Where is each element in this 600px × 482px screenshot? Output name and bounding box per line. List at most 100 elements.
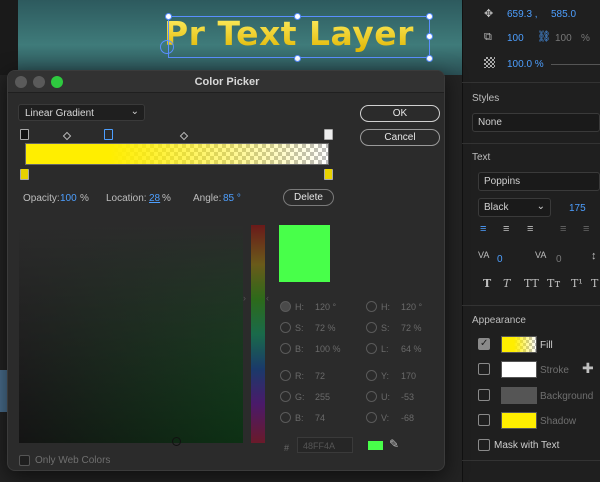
opacity-stop[interactable] (324, 129, 333, 140)
superscript-icon[interactable]: T¹ (571, 277, 583, 290)
cancel-button[interactable]: Cancel (360, 129, 440, 146)
dialog-title: Color Picker (194, 76, 260, 88)
font-family-dropdown[interactable]: Poppins (478, 172, 600, 191)
hsb-h-radio[interactable] (280, 301, 291, 312)
hsl-s-radio[interactable] (366, 322, 377, 333)
midpoint-marker[interactable] (179, 131, 189, 141)
yuv-v-value[interactable]: -68 (401, 413, 414, 423)
eyedropper-icon[interactable]: ✎ (389, 437, 399, 451)
position-y-value[interactable]: 585.0 (551, 9, 576, 20)
styles-value: None (478, 117, 502, 128)
shadow-label: Shadow (540, 416, 577, 427)
rgb-r-value[interactable]: 72 (315, 371, 325, 381)
only-web-colors-checkbox[interactable] (19, 455, 30, 466)
all-caps-icon[interactable]: TT (524, 277, 539, 290)
hsb-h-label: H: (295, 302, 304, 312)
rgb-r-radio[interactable] (280, 370, 291, 381)
small-caps-icon[interactable]: Tᴛ (547, 277, 560, 290)
angle-input[interactable]: 85 ° (223, 193, 241, 204)
hsb-b-radio[interactable] (280, 343, 291, 354)
tracking-icon: VA (478, 250, 490, 260)
hsb-b-value[interactable]: 100 % (315, 344, 341, 354)
tracking-value[interactable]: 0 (497, 254, 503, 265)
hue-slider[interactable] (251, 225, 265, 443)
gradient-type-value: Linear Gradient (25, 108, 94, 119)
subscript-icon[interactable]: T (591, 277, 598, 290)
ok-button[interactable]: OK (360, 105, 440, 122)
opacity-slider[interactable] (551, 64, 600, 65)
opacity-stop-selected[interactable] (104, 129, 113, 140)
position-x-value[interactable]: 659.3 , (507, 9, 538, 20)
chevron-down-icon: ⌄ (536, 201, 545, 212)
rgb-b-radio[interactable] (280, 412, 291, 423)
text-bounding-box[interactable] (168, 16, 430, 58)
midpoint-marker[interactable] (62, 131, 72, 141)
monitor-edge (0, 0, 18, 75)
yuv-y-radio[interactable] (366, 370, 377, 381)
hsl-h-radio[interactable] (366, 301, 377, 312)
mask-checkbox[interactable] (478, 439, 490, 451)
background-swatch[interactable] (501, 387, 537, 404)
fill-swatch[interactable] (501, 336, 537, 353)
hsb-h-value[interactable]: 120 ° (315, 302, 336, 312)
hsl-l-value[interactable]: 64 % (401, 344, 422, 354)
stroke-checkbox[interactable] (478, 363, 490, 375)
justify-left-icon[interactable]: ≡ (560, 223, 566, 235)
new-color-swatch (279, 225, 330, 282)
fill-checkbox[interactable]: ✓ (478, 338, 490, 350)
chevron-down-icon: ⌄ (130, 106, 139, 117)
current-color-chip (368, 441, 383, 450)
font-style-dropdown[interactable]: Black ⌄ (478, 198, 551, 217)
yuv-v-radio[interactable] (366, 412, 377, 423)
anchor-point-icon[interactable] (160, 40, 174, 54)
transform-handle[interactable] (426, 33, 433, 40)
background-checkbox[interactable] (478, 389, 490, 401)
location-label: Location: (106, 193, 147, 204)
location-input[interactable]: 28 (149, 193, 160, 204)
hsl-l-radio[interactable] (366, 343, 377, 354)
justify-all-icon[interactable]: ≡ (583, 223, 589, 235)
font-size-value[interactable]: 175 (569, 203, 586, 214)
color-field[interactable] (19, 225, 243, 446)
faux-italic-icon[interactable]: T (503, 277, 510, 290)
link-icon[interactable]: ⛓ (537, 30, 551, 43)
stroke-label: Stroke (540, 365, 569, 376)
color-stop[interactable] (20, 169, 29, 180)
shadow-checkbox[interactable] (478, 414, 490, 426)
opacity-value[interactable]: 100.0 % (507, 59, 544, 70)
transform-handle[interactable] (294, 13, 301, 20)
hsb-s-value[interactable]: 72 % (315, 323, 336, 333)
hex-input[interactable]: 48FF4A (297, 437, 353, 453)
hsl-h-value[interactable]: 120 ° (401, 302, 422, 312)
hsl-s-value[interactable]: 72 % (401, 323, 422, 333)
styles-dropdown[interactable]: None (472, 113, 600, 132)
hsb-s-radio[interactable] (280, 322, 291, 333)
transform-handle[interactable] (294, 55, 301, 62)
gradient-bar[interactable] (25, 143, 329, 165)
opacity-stop[interactable] (20, 129, 29, 140)
opacity-input[interactable]: 100 (60, 193, 77, 204)
transform-handle[interactable] (426, 13, 433, 20)
transform-handle[interactable] (165, 13, 172, 20)
faux-bold-icon[interactable]: T (483, 277, 491, 290)
delete-stop-button[interactable]: Delete (283, 189, 334, 206)
scale-value[interactable]: 100 (507, 33, 524, 44)
gradient-type-dropdown[interactable]: Linear Gradient ⌄ (18, 104, 145, 121)
rgb-g-value[interactable]: 255 (315, 392, 330, 402)
align-center-icon[interactable]: ≡ (503, 223, 509, 235)
add-stroke-icon[interactable]: ✚ (582, 360, 594, 377)
yuv-u-radio[interactable] (366, 391, 377, 402)
stroke-swatch[interactable] (501, 361, 537, 378)
color-stop[interactable] (324, 169, 333, 180)
align-right-icon[interactable]: ≡ (527, 223, 533, 235)
fill-label: Fill (540, 340, 553, 351)
yuv-u-value[interactable]: -53 (401, 392, 414, 402)
rgb-b-value[interactable]: 74 (315, 413, 325, 423)
kerning-value[interactable]: 0 (556, 254, 562, 265)
shadow-swatch[interactable] (501, 412, 537, 429)
yuv-y-value[interactable]: 170 (401, 371, 416, 381)
color-field-cursor[interactable] (172, 437, 181, 446)
align-left-icon[interactable]: ≡ (480, 223, 486, 235)
rgb-g-radio[interactable] (280, 391, 291, 402)
transform-handle[interactable] (426, 55, 433, 62)
